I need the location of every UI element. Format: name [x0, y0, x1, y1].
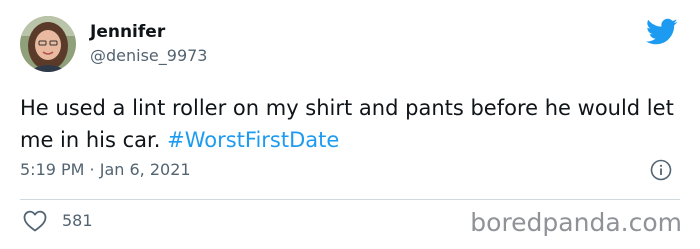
avatar[interactable] — [20, 16, 76, 72]
tweet-timestamp[interactable]: 5:19 PM · Jan 6, 2021 — [20, 160, 191, 180]
tweet-body: He used a lint roller on my shirt and pa… — [20, 96, 674, 152]
hashtag-link[interactable]: #WorstFirstDate — [167, 128, 339, 152]
user-name[interactable]: Jennifer — [90, 22, 165, 42]
info-icon[interactable] — [650, 159, 672, 181]
heart-icon[interactable] — [23, 210, 47, 232]
divider — [20, 199, 680, 200]
watermark: boredpanda.com — [470, 208, 682, 237]
twitter-bird-icon[interactable] — [646, 18, 678, 46]
user-handle[interactable]: @denise_9973 — [90, 46, 207, 66]
like-count: 581 — [62, 211, 93, 230]
tweet-text: He used a lint roller on my shirt and pa… — [20, 92, 680, 156]
